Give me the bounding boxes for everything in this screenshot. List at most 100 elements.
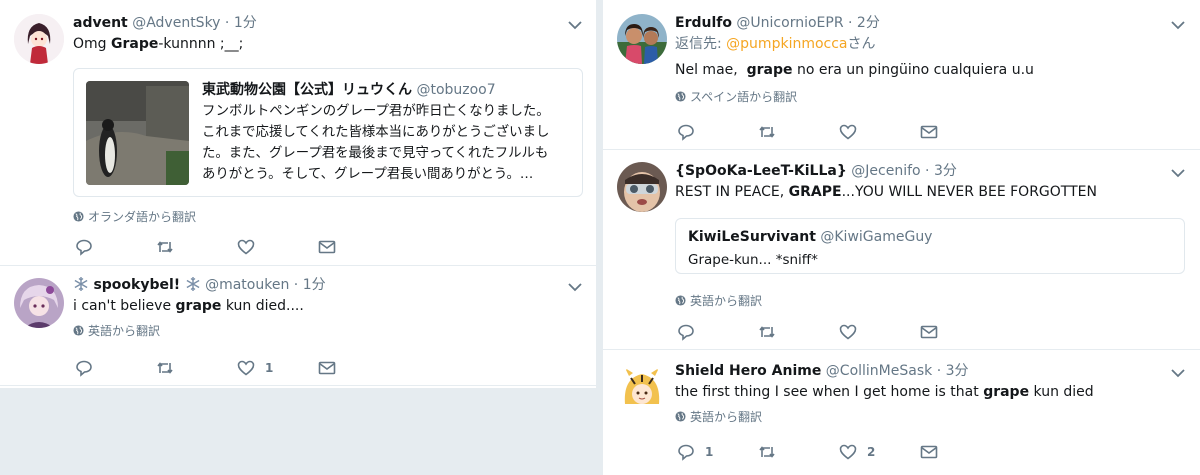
- retweet-button[interactable]: [758, 322, 839, 342]
- quoted-username: @tobuzoo7: [416, 82, 496, 98]
- tweet-erdulfo[interactable]: Erdulfo @UnicornioEPR · 2分 返信先: @pumpkin…: [603, 0, 1200, 150]
- reply-button[interactable]: [677, 322, 758, 342]
- tweet-actions: [75, 237, 399, 257]
- chevron-down-icon[interactable]: [1169, 164, 1187, 182]
- dm-icon: [318, 361, 336, 375]
- translate-link[interactable]: オランダ語から翻訳: [73, 208, 196, 225]
- dm-icon: [318, 240, 336, 254]
- like-icon: [839, 324, 857, 340]
- reply-mention-link[interactable]: @pumpkinmocca: [726, 36, 847, 52]
- username[interactable]: @matouken: [205, 277, 289, 293]
- username[interactable]: @AdventSky: [132, 15, 220, 31]
- separator-dot: ·: [224, 15, 230, 31]
- dm-button[interactable]: [920, 322, 1001, 342]
- timestamp[interactable]: 3分: [934, 163, 957, 179]
- tweet-actions: 1 2: [677, 442, 1001, 462]
- tweet-text: REST IN PEACE, GRAPE...YOU WILL NEVER BE…: [675, 184, 1097, 200]
- username[interactable]: @CollinMeSask: [826, 363, 932, 379]
- dm-button[interactable]: [920, 122, 1001, 142]
- tweet-spooka[interactable]: {SpOoKa-LeeT-KiLLa} @Jecenifo · 3分 REST …: [603, 150, 1200, 350]
- timestamp[interactable]: 1分: [303, 277, 326, 293]
- avatar[interactable]: [617, 364, 667, 414]
- dm-icon: [920, 325, 938, 339]
- chevron-down-icon[interactable]: [1169, 16, 1187, 34]
- like-button[interactable]: 1: [237, 358, 318, 378]
- reply-button[interactable]: [75, 358, 156, 378]
- dm-button[interactable]: [318, 237, 399, 257]
- tweet-text: Nel mae, grape no era un pingüino cualqu…: [675, 62, 1034, 78]
- quoted-text: フンボルトペンギンのグレープ君が昨日亡くなりました。 これまで応援してくれた皆様…: [202, 104, 550, 182]
- retweet-button[interactable]: [156, 358, 237, 378]
- retweet-button[interactable]: [758, 122, 839, 142]
- reply-icon: [678, 444, 694, 461]
- username[interactable]: @Jecenifo: [851, 163, 920, 179]
- like-button[interactable]: [237, 237, 318, 257]
- chevron-down-icon[interactable]: [566, 278, 584, 296]
- timeline-left: advent @AdventSky · 1分 Omg Grape-kunnnn …: [0, 0, 596, 388]
- avatar[interactable]: [14, 278, 64, 328]
- timestamp[interactable]: 3分: [946, 363, 969, 379]
- translate-link[interactable]: スペイン語から翻訳: [675, 88, 1185, 105]
- display-name[interactable]: Shield Hero Anime: [675, 363, 821, 379]
- tweet-header: {SpOoKa-LeeT-KiLLa} @Jecenifo · 3分: [675, 162, 1185, 180]
- quoted-display-name: KiwiLeSurvivant: [688, 229, 816, 245]
- tweet-advent[interactable]: advent @AdventSky · 1分 Omg Grape-kunnnn …: [0, 0, 596, 266]
- quoted-username: @KiwiGameGuy: [820, 229, 933, 245]
- like-button[interactable]: 2: [839, 442, 920, 462]
- display-name[interactable]: Erdulfo: [675, 15, 732, 31]
- translate-link[interactable]: 英語から翻訳: [675, 292, 762, 309]
- reply-button[interactable]: [75, 237, 156, 257]
- dm-button[interactable]: [920, 442, 1001, 462]
- display-name[interactable]: advent: [73, 15, 128, 31]
- like-count: 2: [867, 445, 876, 459]
- retweet-button[interactable]: [156, 237, 237, 257]
- dm-icon: [920, 445, 938, 459]
- like-icon: [839, 124, 857, 140]
- reply-icon: [76, 239, 92, 256]
- reply-button[interactable]: 1: [677, 442, 758, 462]
- avatar[interactable]: [14, 14, 64, 64]
- globe-icon: [675, 91, 686, 102]
- quoted-tweet[interactable]: KiwiLeSurvivant @KiwiGameGuy Grape-kun..…: [675, 218, 1185, 274]
- tweet-spookybel[interactable]: spookybel! @matouken · 1分 i can't believ…: [0, 266, 596, 386]
- like-button[interactable]: [839, 322, 920, 342]
- tweet-actions: [677, 322, 1001, 342]
- reply-icon: [76, 360, 92, 377]
- snowflake-icon: [186, 277, 200, 291]
- separator-dot: ·: [848, 15, 853, 31]
- avatar[interactable]: [617, 14, 667, 64]
- display-name[interactable]: {SpOoKa-LeeT-KiLLa}: [675, 163, 847, 179]
- reply-icon: [678, 324, 694, 341]
- avatar[interactable]: [617, 162, 667, 212]
- retweet-button[interactable]: [758, 442, 839, 462]
- translate-link[interactable]: 英語から翻訳: [675, 408, 1185, 425]
- tweet-text: i can't believe grape kun died....: [73, 298, 304, 314]
- like-button[interactable]: [839, 122, 920, 142]
- retweet-icon: [759, 446, 775, 458]
- quoted-display-name: 東武動物公園【公式】リュウくん: [202, 82, 412, 98]
- globe-icon: [73, 211, 84, 222]
- tweet-header: Shield Hero Anime @CollinMeSask · 3分: [675, 362, 1185, 380]
- dm-button[interactable]: [318, 358, 399, 378]
- timeline-right: Erdulfo @UnicornioEPR · 2分 返信先: @pumpkin…: [603, 0, 1200, 475]
- like-icon: [839, 444, 857, 460]
- username[interactable]: @UnicornioEPR: [736, 15, 843, 31]
- tweet-header: Erdulfo @UnicornioEPR · 2分: [675, 14, 1185, 32]
- like-icon: [237, 239, 255, 255]
- timestamp[interactable]: 2分: [857, 15, 880, 31]
- display-name[interactable]: spookybel!: [93, 277, 180, 293]
- tweet-header: spookybel! @matouken · 1分: [73, 276, 583, 294]
- quoted-tweet[interactable]: 東武動物公園【公式】リュウくん @tobuzoo7 フンボルトペンギンのグレープ…: [73, 68, 583, 197]
- chevron-down-icon[interactable]: [1169, 364, 1187, 382]
- dm-icon: [920, 125, 938, 139]
- retweet-icon: [157, 241, 173, 253]
- penguin-photo[interactable]: [86, 81, 189, 185]
- timestamp[interactable]: 1分: [234, 15, 257, 31]
- tweet-shield-hero[interactable]: Shield Hero Anime @CollinMeSask · 3分 the…: [603, 350, 1200, 475]
- like-icon: [237, 360, 255, 376]
- tweet-text: the first thing I see when I get home is…: [675, 384, 1094, 400]
- reply-button[interactable]: [677, 122, 758, 142]
- globe-icon: [73, 325, 84, 336]
- translate-link[interactable]: 英語から翻訳: [73, 322, 583, 339]
- chevron-down-icon[interactable]: [566, 16, 584, 34]
